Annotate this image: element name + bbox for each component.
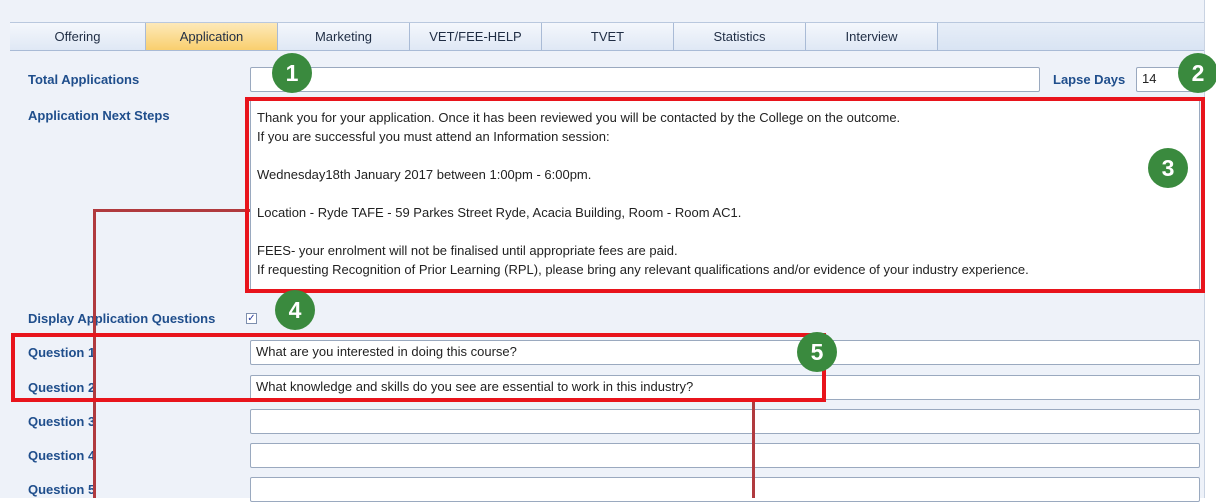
next-steps-line xyxy=(257,222,1199,241)
application-panel: Offering Application Marketing VET/FEE-H… xyxy=(0,0,1205,502)
next-steps-line: Thank you for your application. Once it … xyxy=(257,110,901,125)
total-applications-label: Total Applications xyxy=(28,72,140,87)
question-1-input[interactable]: What are you interested in doing this co… xyxy=(250,340,1200,365)
question-1-label: Question 1 xyxy=(28,345,96,360)
tab-interview[interactable]: Interview xyxy=(806,23,938,50)
next-steps-line: FEES- your enrolment will not be finalis… xyxy=(257,243,678,258)
callout-3-badge: 3 xyxy=(1148,148,1188,188)
tab-vet-fee-help[interactable]: VET/FEE-HELP xyxy=(410,23,542,50)
display-application-questions-label: Display Application Questions xyxy=(28,311,216,326)
lapse-days-label: Lapse Days xyxy=(1053,72,1126,87)
question-5-input[interactable] xyxy=(250,477,1200,502)
next-steps-line xyxy=(257,146,1199,165)
tab-application[interactable]: Application xyxy=(146,23,278,50)
tab-statistics[interactable]: Statistics xyxy=(674,23,806,50)
total-applications-input[interactable] xyxy=(250,67,1040,92)
question-3-label: Question 3 xyxy=(28,414,96,429)
question-2-label: Question 2 xyxy=(28,380,96,395)
tab-marketing[interactable]: Marketing xyxy=(278,23,410,50)
question-4-label: Question 4 xyxy=(28,448,96,463)
tab-offering[interactable]: Offering xyxy=(10,23,146,50)
next-steps-line xyxy=(257,184,1199,203)
question-5-label: Question 5 xyxy=(28,482,96,497)
tab-tvet[interactable]: TVET xyxy=(542,23,674,50)
application-next-steps-label: Application Next Steps xyxy=(28,108,170,123)
connector-line xyxy=(93,209,250,212)
callout-5-badge: 5 xyxy=(797,332,837,372)
callout-1-badge: 1 xyxy=(272,53,312,93)
callout-4-badge: 4 xyxy=(275,290,315,330)
next-steps-line: Wednesday18th January 2017 between 1:00p… xyxy=(257,167,592,182)
next-steps-line: If you are successful you must attend an… xyxy=(257,129,610,144)
question-3-input[interactable] xyxy=(250,409,1200,434)
connector-line xyxy=(93,209,96,498)
question-2-input[interactable]: What knowledge and skills do you see are… xyxy=(250,375,1200,400)
callout-2-badge: 2 xyxy=(1178,53,1216,93)
application-next-steps-textarea[interactable]: Thank you for your application. Once it … xyxy=(250,100,1200,290)
tab-bar: Offering Application Marketing VET/FEE-H… xyxy=(10,22,1204,51)
display-application-questions-checkbox[interactable]: ✓ xyxy=(246,313,257,324)
question-4-input[interactable] xyxy=(250,443,1200,468)
connector-line xyxy=(752,398,755,498)
next-steps-line: If requesting Recognition of Prior Learn… xyxy=(257,262,1029,277)
next-steps-line: Location - Ryde TAFE - 59 Parkes Street … xyxy=(257,205,742,220)
